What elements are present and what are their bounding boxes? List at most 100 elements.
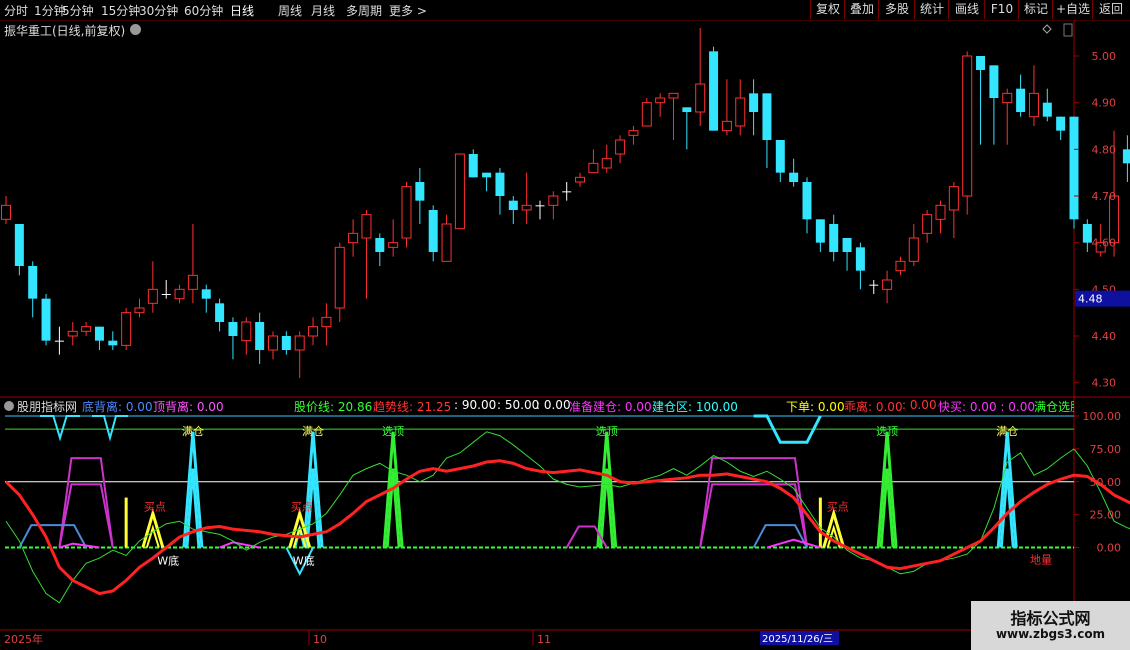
candle — [482, 172, 492, 192]
candle-body — [81, 326, 92, 332]
candle-body — [762, 93, 772, 140]
candle-body — [308, 326, 319, 337]
candle — [695, 28, 706, 126]
candle-body — [908, 237, 919, 262]
quick-buy-line — [766, 538, 821, 549]
candle — [308, 317, 319, 346]
scrollbar — [1063, 23, 1073, 37]
buy-label: 买点 — [144, 501, 166, 514]
candle — [789, 158, 799, 187]
candle-body — [361, 214, 372, 239]
candle — [161, 280, 171, 299]
candle-body — [67, 330, 78, 337]
candle — [775, 140, 785, 182]
candle-body — [1056, 116, 1066, 131]
date-axis: 2025年 10 11 2025/11/26/三 — [4, 630, 839, 646]
candle-body — [948, 186, 959, 211]
indicator-header-item: : 0.00 — [536, 398, 571, 412]
price-tick-label: 4.80 — [1092, 143, 1117, 156]
candle-body — [1122, 149, 1130, 164]
candle — [228, 317, 238, 360]
signal-label: 选顶 — [876, 425, 898, 438]
candle — [721, 79, 732, 136]
indicator-lines — [4, 431, 1130, 604]
signal-label: 满仓 — [996, 424, 1018, 438]
candle-body — [1028, 92, 1039, 118]
candle — [682, 107, 692, 150]
candle — [348, 219, 359, 257]
price-tick-label: 4.60 — [1092, 237, 1117, 250]
chevron-down-icon[interactable] — [4, 401, 14, 411]
candle — [655, 93, 666, 117]
candle-body — [749, 93, 759, 112]
indicator-header: 股朋指标网 底背离: 0.00 顶背离: 0.00 股价线: 20.86 趋势线: 2… — [0, 398, 1074, 414]
candle-body — [241, 321, 252, 342]
indicator-header-item: 乖离: 0.00 — [844, 400, 903, 414]
candle — [94, 326, 104, 350]
candle-body — [789, 172, 799, 182]
candle-body — [615, 139, 626, 155]
candle — [375, 233, 385, 266]
candle — [1069, 116, 1079, 229]
build-zone — [699, 483, 808, 548]
signal-label: 选顶 — [382, 425, 404, 438]
candle — [615, 135, 626, 164]
candle — [521, 172, 532, 224]
indicator-tick-label: 75.00 — [1090, 443, 1122, 456]
candle-body — [962, 55, 973, 197]
candle — [709, 46, 719, 131]
candle-body — [601, 158, 612, 169]
trend-line — [4, 459, 1130, 596]
indicator-header-item: 建仓区: 100.00 — [652, 400, 738, 414]
indicator-grid — [5, 428, 1074, 549]
candle-body — [575, 176, 586, 183]
candle-body — [641, 102, 652, 127]
candle — [908, 224, 919, 266]
candle — [869, 280, 879, 294]
candle — [962, 51, 973, 215]
candle — [829, 214, 839, 262]
candle-body — [548, 195, 559, 206]
candle — [882, 270, 893, 304]
price-line — [5, 431, 1130, 604]
candle — [641, 98, 652, 127]
candle — [81, 322, 92, 336]
signal-spike — [596, 431, 618, 548]
price-tick-label: 4.90 — [1092, 97, 1117, 110]
candle-body — [1, 204, 11, 220]
candle-body — [428, 210, 438, 252]
candle — [495, 168, 505, 215]
indicator-header-item: 股价线: 20.86 — [294, 400, 373, 414]
candle — [935, 200, 946, 234]
candle-body — [495, 172, 505, 196]
indicator-header-item: : 90.00 — [454, 398, 497, 412]
candle-body — [281, 336, 291, 350]
buy-label: 买点 — [291, 501, 313, 514]
candle — [255, 312, 265, 364]
candle-body — [1042, 102, 1052, 117]
indicator-header-item: 满仓选股 — [1034, 400, 1074, 414]
candle-body — [842, 238, 852, 252]
price-tick-label: 5.00 — [1092, 50, 1117, 63]
candle — [1016, 74, 1026, 117]
candle-body — [668, 92, 679, 99]
indicator-header-item: 准备建仓: 0.00 — [569, 400, 652, 414]
candle — [802, 177, 812, 234]
candle-body — [655, 97, 666, 104]
price-tick-label: 4.30 — [1092, 377, 1117, 390]
candle — [1082, 219, 1092, 252]
candle-body — [895, 260, 906, 272]
ground-volume-label: 地量 — [1030, 553, 1052, 566]
candle-body — [228, 322, 238, 336]
indicator-name[interactable]: 股朋指标网 — [17, 398, 77, 414]
candle-body — [1069, 116, 1079, 220]
indicator-tick-label: 100.00 — [1083, 410, 1122, 423]
candle — [815, 219, 825, 252]
candlestick-series — [1, 28, 1130, 378]
candle-body — [147, 288, 158, 304]
candle-body — [28, 266, 38, 299]
candle — [1056, 116, 1066, 140]
candle — [735, 79, 746, 136]
candle-body — [976, 56, 986, 70]
candle — [321, 303, 332, 346]
